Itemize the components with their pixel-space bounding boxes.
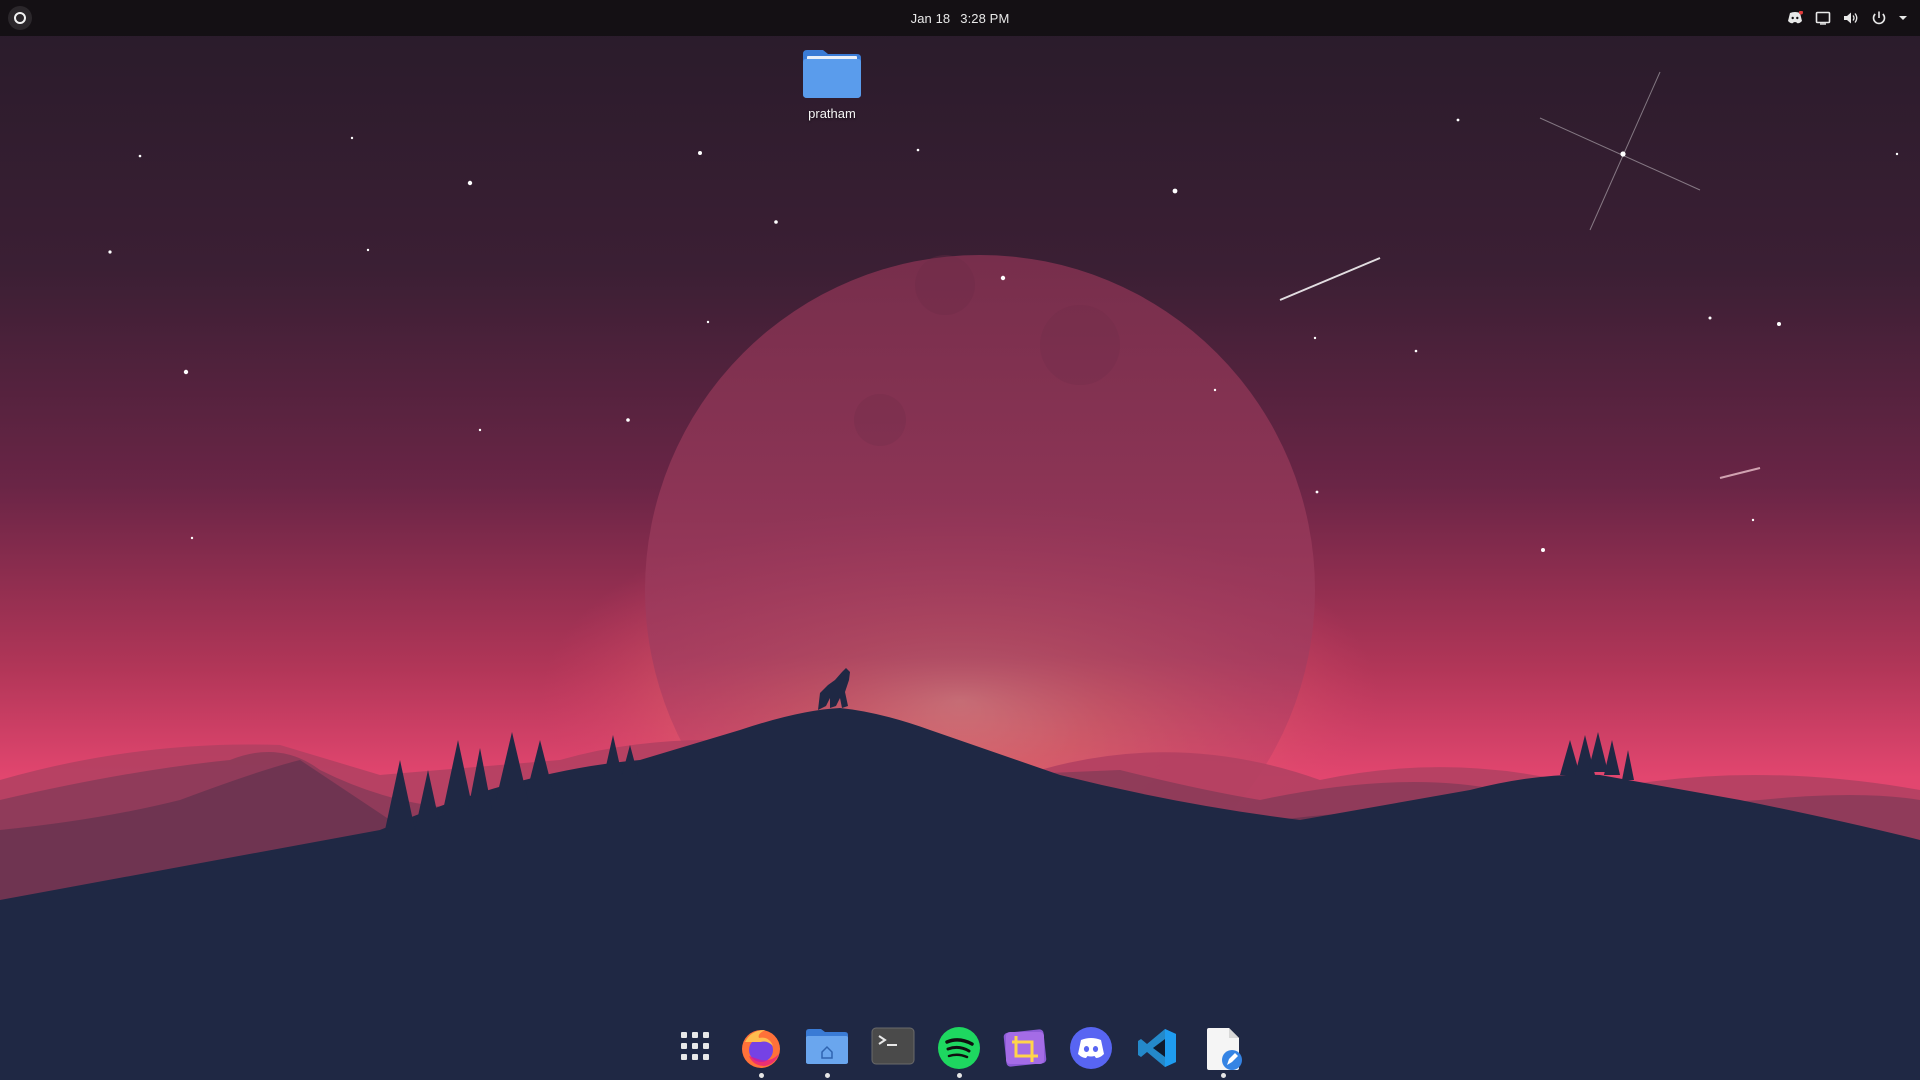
time-label: 3:28 PM: [960, 10, 1010, 26]
firefox-icon: [742, 1030, 780, 1068]
dock-discord[interactable]: [1061, 1018, 1121, 1080]
show-apps-button[interactable]: [665, 1018, 725, 1080]
power-icon[interactable]: [1870, 9, 1888, 27]
folder-home-icon: [806, 1029, 848, 1064]
date-label: Jan 18: [910, 10, 951, 26]
terminal-icon: [871, 1027, 915, 1065]
desktop-folder-pratham[interactable]: pratham: [788, 48, 876, 128]
dock-files[interactable]: [797, 1018, 857, 1080]
dock-spotify[interactable]: [929, 1018, 989, 1080]
running-indicator: [824, 1073, 830, 1078]
discord-tray-icon[interactable]: [1786, 9, 1804, 27]
desktop-icon-label: pratham: [808, 106, 856, 121]
screen-icon[interactable]: [1814, 9, 1832, 27]
text-editor-icon: [1207, 1028, 1242, 1070]
running-indicator: [758, 1073, 764, 1078]
activities-ring-icon: [14, 12, 26, 24]
system-menu-chevron-icon[interactable]: [1898, 9, 1908, 27]
running-indicator: [956, 1073, 962, 1078]
dock-terminal[interactable]: [863, 1018, 923, 1080]
spotify-icon: [938, 1027, 980, 1069]
running-indicator: [1220, 1073, 1226, 1078]
folder-icon: [803, 50, 861, 98]
activities-button[interactable]: [8, 6, 32, 30]
grid-icon: [681, 1032, 709, 1060]
vscode-icon: [1138, 1029, 1176, 1067]
date-time-menu[interactable]: Jan 18 3:28 PM: [899, 0, 1022, 36]
volume-icon[interactable]: [1842, 9, 1860, 27]
dock: [665, 1018, 1255, 1080]
dock-vscode[interactable]: [1127, 1018, 1187, 1080]
discord-icon: [1070, 1027, 1112, 1069]
system-tray[interactable]: [1786, 9, 1912, 27]
top-bar: Jan 18 3:28 PM: [0, 0, 1920, 36]
desktop-wallpaper: [0, 0, 1920, 1080]
dock-text-editor[interactable]: [1193, 1018, 1253, 1080]
crop-icon: [1003, 1029, 1047, 1067]
dock-firefox[interactable]: [731, 1018, 791, 1080]
dock-screenshot-tool[interactable]: [995, 1018, 1055, 1080]
